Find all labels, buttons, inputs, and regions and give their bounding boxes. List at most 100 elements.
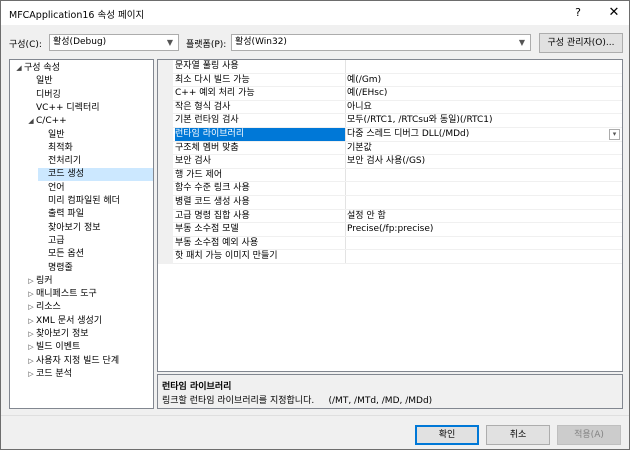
property-row[interactable]: 고급 명령 집합 사용 설정 안 함	[158, 209, 622, 224]
apply-button[interactable]: 적용(A)	[557, 425, 621, 445]
column-divider	[345, 209, 346, 224]
property-row[interactable]: 함수 수준 링크 사용	[158, 182, 622, 196]
property-row[interactable]: 런타임 라이브러리 다중 스레드 디버그 DLL(/MDd) ▾	[158, 128, 622, 142]
tree-item[interactable]: 고급	[38, 235, 65, 248]
property-value[interactable]: 보안 검사 사용(/GS)	[347, 155, 622, 169]
tree-item[interactable]: 찾아보기 정보	[38, 222, 101, 235]
property-value[interactable]	[347, 60, 622, 74]
tree-item[interactable]: 일반	[26, 75, 53, 88]
property-row[interactable]: 핫 패치 가능 이미지 만들기	[158, 250, 622, 264]
tree-item[interactable]: VC++ 디렉터리	[26, 102, 100, 115]
property-value[interactable]: 기본값	[347, 142, 622, 156]
cancel-button[interactable]: 취소	[486, 425, 550, 445]
property-row[interactable]: 작은 형식 검사 아니요	[158, 100, 622, 115]
property-row[interactable]: C++ 예외 처리 가능 예(/EHsc)	[158, 87, 622, 101]
tree-item[interactable]: 디버깅	[26, 89, 61, 102]
tree-item-label: 빌드 이벤트	[36, 342, 81, 353]
collapsed-arrow-icon[interactable]: ▷	[26, 328, 36, 341]
tree-item[interactable]: ▷ 리소스	[26, 301, 61, 314]
tree-item[interactable]: ▷ 사용자 지정 빌드 단계	[26, 355, 119, 368]
property-row[interactable]: 병렬 코드 생성 사용	[158, 196, 622, 210]
property-row[interactable]: 부동 소수점 모델 Precise(/fp:precise)	[158, 223, 622, 237]
tree-item[interactable]: ◢ 구성 속성	[14, 62, 60, 75]
column-divider	[345, 155, 346, 169]
tree-item[interactable]: 명령줄	[38, 262, 73, 275]
property-value[interactable]: 예(/Gm)	[347, 74, 622, 88]
property-row[interactable]: 문자열 풀링 사용	[158, 60, 622, 74]
tree-item[interactable]: ▷ 매니페스트 도구	[26, 288, 97, 301]
collapsed-arrow-icon[interactable]: ▷	[26, 315, 36, 328]
tree-item[interactable]: ◢ C/C++	[26, 115, 66, 128]
property-value[interactable]: Precise(/fp:precise)	[347, 223, 622, 237]
tree-item[interactable]: 최적화	[38, 142, 73, 155]
category-tree[interactable]: ◢ 구성 속성 일반 디버깅 VC++ 디렉터리 ◢ C/C++ 일반 최적화 전처리기 코드 생성…	[9, 59, 154, 409]
tree-item[interactable]: ▷ XML 문서 생성기	[26, 315, 102, 328]
property-name: 부동 소수점 예외 사용	[175, 237, 259, 248]
collapsed-arrow-icon[interactable]: ▷	[26, 355, 36, 368]
property-name: 구조체 멤버 맞춤	[175, 142, 239, 153]
close-icon[interactable]: ✕	[599, 1, 629, 25]
tree-item[interactable]: 모든 옵션	[38, 248, 84, 261]
chevron-down-icon: ▼	[518, 38, 526, 47]
column-divider	[345, 128, 346, 142]
property-value[interactable]	[347, 196, 622, 210]
tree-item[interactable]: ▷ 빌드 이벤트	[26, 341, 80, 354]
tree-item[interactable]: ▷ 코드 분석	[26, 368, 72, 381]
expanded-arrow-icon[interactable]: ◢	[26, 115, 36, 128]
tree-item[interactable]: 출력 파일	[38, 208, 84, 221]
row-gutter	[158, 128, 173, 142]
row-gutter	[158, 196, 173, 210]
property-row[interactable]: 행 가드 제어	[158, 168, 622, 183]
column-divider	[345, 114, 346, 128]
tree-item-label: VC++ 디렉터리	[36, 102, 100, 113]
chevron-down-icon[interactable]: ▾	[609, 129, 620, 140]
window-title: MFCApplication16 속성 페이지	[9, 10, 145, 21]
tree-item-label: 코드 생성	[48, 169, 84, 180]
configuration-combo[interactable]: 활성(Debug) ▼	[49, 34, 179, 51]
tree-item[interactable]: 전처리기	[38, 155, 81, 168]
property-row[interactable]: 최소 다시 빌드 가능 예(/Gm)	[158, 73, 622, 88]
title-bar: MFCApplication16 속성 페이지 ? ✕	[1, 1, 629, 25]
property-value-text: 다중 스레드 디버그 DLL(/MDd)	[347, 129, 470, 139]
tree-item-label: 미리 컴파일된 헤더	[48, 196, 120, 206]
property-name: 고급 명령 집합 사용	[175, 210, 250, 221]
collapsed-arrow-icon[interactable]: ▷	[26, 341, 36, 354]
collapsed-arrow-icon[interactable]: ▷	[26, 368, 36, 381]
tree-item-label: 명령줄	[48, 262, 73, 273]
tree-item-label: 구성 속성	[24, 63, 60, 73]
property-value[interactable]	[347, 169, 622, 183]
property-value[interactable]: 예(/EHsc)	[347, 87, 622, 101]
tree-item[interactable]: ▷ 찾아보기 정보	[26, 328, 88, 341]
property-value[interactable]: 다중 스레드 디버그 DLL(/MDd) ▾	[347, 128, 622, 142]
property-value[interactable]	[347, 250, 622, 264]
property-row[interactable]: 기본 런타임 검사 모두(/RTC1, /RTCsu와 동일)(/RTC1)	[158, 114, 622, 128]
tree-item-label: 매니페스트 도구	[36, 289, 97, 300]
platform-combo[interactable]: 활성(Win32) ▼	[231, 34, 531, 51]
property-row[interactable]: 구조체 멤버 맞춤 기본값	[158, 141, 622, 156]
configuration-manager-button[interactable]: 구성 관리자(O)...	[539, 33, 623, 53]
tree-item[interactable]: 언어	[38, 182, 65, 195]
collapsed-arrow-icon[interactable]: ▷	[26, 275, 36, 288]
collapsed-arrow-icon[interactable]: ▷	[26, 288, 36, 301]
tree-item[interactable]: 코드 생성	[38, 168, 153, 182]
column-divider	[345, 141, 346, 156]
tree-item-label: 디버깅	[36, 89, 61, 100]
property-value[interactable]: 설정 안 함	[347, 210, 622, 224]
expanded-arrow-icon[interactable]: ◢	[14, 62, 24, 75]
property-name: 작은 형식 검사	[175, 101, 231, 112]
collapsed-arrow-icon[interactable]: ▷	[26, 301, 36, 314]
property-value[interactable]	[347, 182, 622, 196]
tree-item-label: 고급	[48, 235, 65, 246]
property-grid[interactable]: 문자열 풀링 사용 최소 다시 빌드 가능 예(/Gm) C++ 예외 처리 가능 예(…	[157, 59, 623, 372]
tree-item[interactable]: ▷ 링커	[26, 275, 52, 288]
property-value[interactable]: 아니요	[347, 101, 622, 115]
property-value[interactable]: 모두(/RTC1, /RTCsu와 동일)(/RTC1)	[347, 114, 622, 128]
ok-button[interactable]: 확인	[415, 425, 479, 445]
help-icon[interactable]: ?	[563, 1, 593, 25]
property-value[interactable]	[347, 237, 622, 251]
tree-item[interactable]: 일반	[38, 129, 65, 142]
platform-label: 플랫폼(P):	[186, 40, 227, 50]
property-row[interactable]: 보안 검사 보안 검사 사용(/GS)	[158, 155, 622, 169]
property-row[interactable]: 부동 소수점 예외 사용	[158, 236, 622, 251]
tree-item[interactable]: 미리 컴파일된 헤더	[38, 195, 120, 208]
